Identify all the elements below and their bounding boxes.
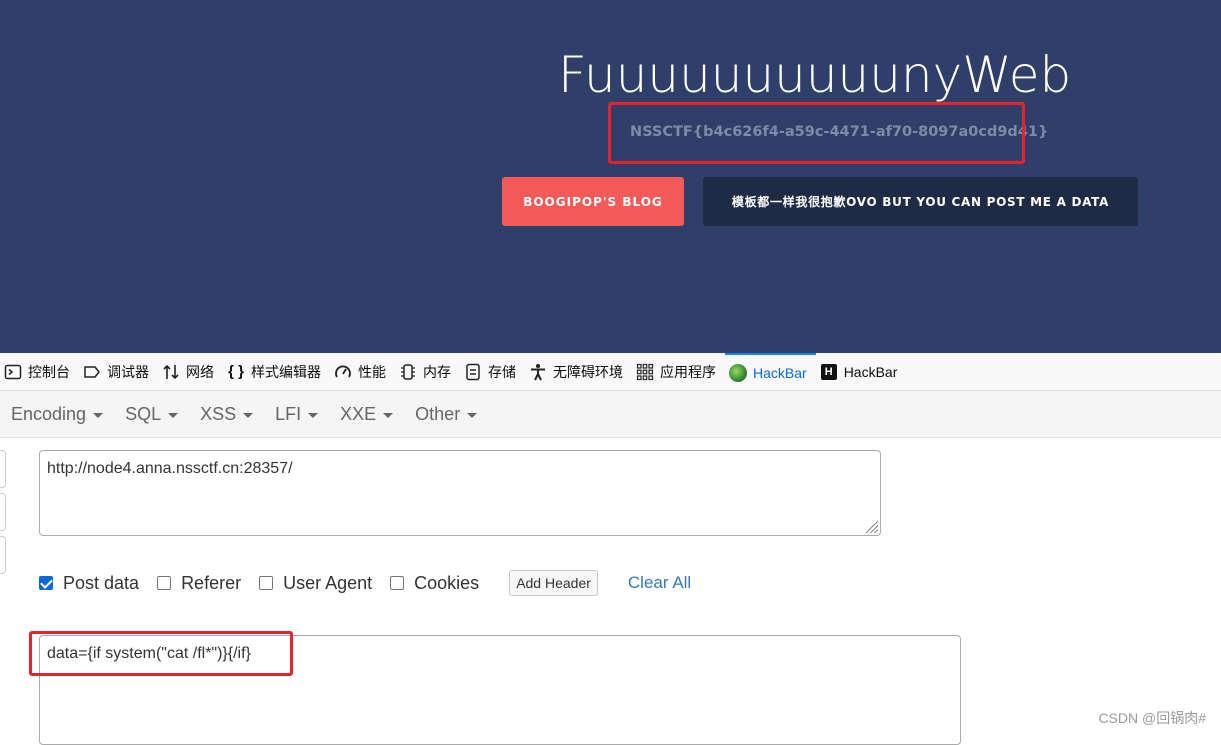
tab-console[interactable]: 控制台 <box>0 353 79 390</box>
tab-storage[interactable]: 存储 <box>460 353 525 390</box>
network-icon <box>162 363 180 381</box>
flag-highlight-box <box>608 102 1025 164</box>
tab-accessibility[interactable]: 无障碍环境 <box>525 353 632 390</box>
cookies-checkbox[interactable]: Cookies <box>390 573 479 594</box>
hackbar-green-icon <box>729 363 747 382</box>
menu-label: LFI <box>275 403 302 424</box>
tab-label: 性能 <box>358 363 386 380</box>
menu-label: Encoding <box>11 403 87 424</box>
request-options: Post data Referer User Agent Cookies Add… <box>39 568 691 598</box>
tab-label: 网络 <box>186 363 214 380</box>
checkbox-label: User Agent <box>283 572 373 593</box>
tab-label: HackBar <box>843 363 898 380</box>
hackbar-h-icon: H <box>820 363 838 381</box>
web-page: FuuuuuuuuuunyWeb NSSCTF{b4c626f4-a59c-44… <box>0 0 1221 353</box>
post-data-button[interactable]: 模板都一样我很抱歉OVO BUT YOU CAN POST ME A DATA <box>703 177 1138 226</box>
clear-all-link[interactable]: Clear All <box>628 573 691 593</box>
execute-button[interactable] <box>0 536 6 574</box>
watermark: CSDN @回锅肉# <box>1098 710 1206 726</box>
tab-label: 应用程序 <box>660 363 716 380</box>
add-header-button[interactable]: Add Header <box>509 570 598 596</box>
tab-network[interactable]: 网络 <box>158 353 223 390</box>
site-title: FuuuuuuuuuunyWeb <box>558 46 1072 104</box>
caret-down-icon <box>168 412 179 418</box>
tab-performance[interactable]: 性能 <box>330 353 395 390</box>
gauge-icon <box>334 363 352 381</box>
tab-style-editor[interactable]: { } 样式编辑器 <box>223 353 330 390</box>
tab-label: 调试器 <box>107 363 149 380</box>
tab-memory[interactable]: 内存 <box>395 353 460 390</box>
caret-down-icon <box>383 412 394 418</box>
checkbox-icon[interactable] <box>259 576 274 590</box>
console-icon <box>4 363 22 381</box>
caret-down-icon <box>243 412 254 418</box>
accessibility-icon <box>529 363 547 381</box>
memory-icon <box>399 363 417 381</box>
debugger-icon <box>83 363 101 381</box>
caret-down-icon <box>467 412 478 418</box>
tab-label: 存储 <box>488 363 516 380</box>
blog-button[interactable]: BOOGIPOP'S BLOG <box>502 177 684 226</box>
checkbox-label: Cookies <box>414 572 480 593</box>
post-data-checkbox[interactable]: Post data <box>39 573 139 594</box>
braces-icon: { } <box>228 363 244 380</box>
tab-label: 样式编辑器 <box>251 363 321 380</box>
menu-encoding[interactable]: Encoding <box>11 403 104 425</box>
devtools-toolbar: 控制台 调试器 网络 { } 样式编辑器 性能 内存 存储 无障碍环境 应用程序… <box>0 353 1221 391</box>
split-url-button[interactable] <box>0 493 6 531</box>
menu-label: XXE <box>340 403 377 424</box>
caret-down-icon <box>93 412 104 418</box>
referer-checkbox[interactable]: Referer <box>157 573 241 594</box>
checkbox-icon[interactable] <box>157 576 172 590</box>
load-url-button[interactable] <box>0 450 6 488</box>
post-data-highlight-box <box>29 631 293 676</box>
resize-grip-icon[interactable] <box>864 519 878 533</box>
hackbar-menu: Encoding SQL XSS LFI XXE Other <box>0 391 1221 438</box>
tab-application[interactable]: 应用程序 <box>632 353 725 390</box>
menu-lfi[interactable]: LFI <box>275 403 319 425</box>
menu-xss[interactable]: XSS <box>200 403 254 425</box>
storage-icon <box>464 363 482 381</box>
tab-label: HackBar <box>753 364 807 381</box>
menu-sql[interactable]: SQL <box>125 403 179 425</box>
checkbox-checked-icon[interactable] <box>39 576 53 590</box>
checkbox-label: Referer <box>181 572 242 593</box>
tab-label: 内存 <box>423 363 451 380</box>
tab-label: 控制台 <box>28 363 70 380</box>
url-text: http://node4.anna.nssctf.cn:28357/ <box>47 460 293 477</box>
tab-hackbar[interactable]: H HackBar <box>816 353 907 390</box>
tab-hackbar-active[interactable]: HackBar <box>725 353 816 390</box>
checkbox-label: Post data <box>63 572 140 593</box>
menu-other[interactable]: Other <box>415 403 478 425</box>
menu-label: XSS <box>200 403 237 424</box>
checkbox-icon[interactable] <box>390 576 405 590</box>
tab-debugger[interactable]: 调试器 <box>79 353 158 390</box>
grid-icon <box>636 363 654 381</box>
user-agent-checkbox[interactable]: User Agent <box>259 573 372 594</box>
menu-label: SQL <box>125 403 162 424</box>
tab-label: 无障碍环境 <box>553 363 623 380</box>
url-textarea[interactable]: http://node4.anna.nssctf.cn:28357/ <box>39 450 881 536</box>
caret-down-icon <box>308 412 319 418</box>
menu-label: Other <box>415 403 461 424</box>
menu-xxe[interactable]: XXE <box>340 403 394 425</box>
